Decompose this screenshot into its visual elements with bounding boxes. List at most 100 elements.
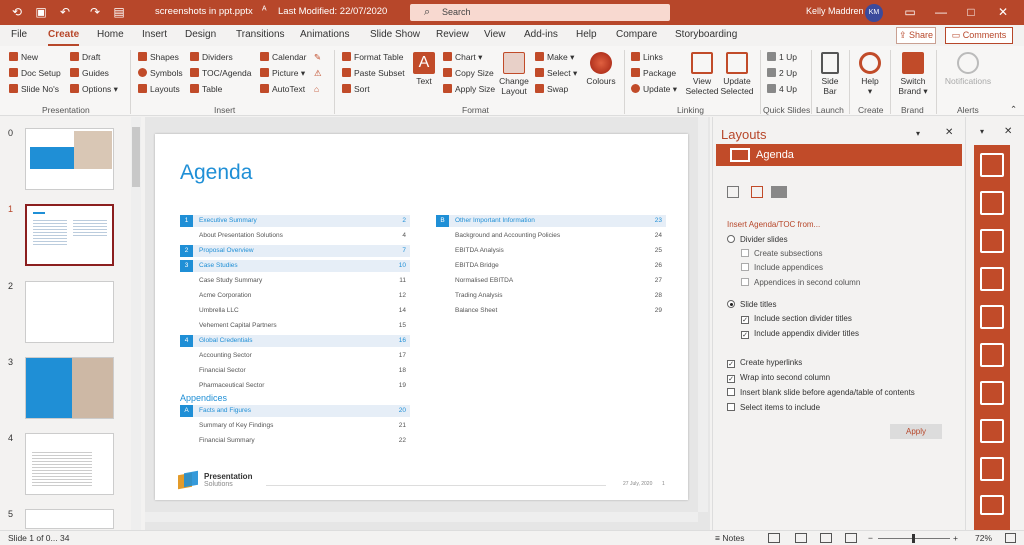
slide-titles-radio[interactable]: Slide titles	[727, 300, 776, 310]
doc-setup-button[interactable]: Doc Setup	[9, 68, 61, 79]
slide-thumbnail[interactable]	[25, 357, 114, 419]
symbols-button[interactable]: Symbols	[138, 68, 183, 79]
paste-subset-button[interactable]: Paste Subset	[342, 68, 405, 79]
tab-slide-show[interactable]: Slide Show	[370, 29, 420, 40]
apply-size-button[interactable]: Apply Size	[443, 84, 495, 95]
text-button[interactable]: A Text	[410, 52, 438, 86]
fit-slide-icon[interactable]	[1005, 533, 1016, 543]
pin-icon[interactable]: ✎	[314, 52, 321, 63]
slide-thumbnail[interactable]	[25, 509, 114, 529]
agenda-subitem[interactable]: Pharmaceutical Sector 19	[180, 380, 410, 392]
guides-button[interactable]: Guides	[70, 68, 109, 79]
include-appendix-dividers-checkbox[interactable]: ✓ Include appendix divider titles	[741, 329, 859, 339]
autotext-button[interactable]: AutoText	[260, 84, 305, 95]
minimize-icon[interactable]: —	[934, 5, 948, 19]
map-pin-icon[interactable]	[980, 419, 1004, 443]
zoom-level[interactable]: 72%	[975, 531, 992, 545]
panel-menu-icon[interactable]: ▾	[916, 129, 920, 138]
close-icon[interactable]: ✕	[996, 5, 1010, 19]
new-button[interactable]: New	[9, 52, 38, 63]
update-button[interactable]: Update ▾	[631, 84, 677, 95]
search-box[interactable]: ⌕ Search	[410, 4, 670, 21]
normal-view-icon[interactable]	[768, 533, 780, 543]
draft-button[interactable]: Draft	[70, 52, 100, 63]
appendices-second-column-checkbox[interactable]: Appendices in second column	[741, 278, 860, 288]
agenda-subitem[interactable]: Umbrella LLC 14	[180, 305, 410, 317]
tab-animations[interactable]: Animations	[300, 29, 349, 40]
panel-close-icon[interactable]: ✕	[945, 127, 953, 138]
agenda-icon[interactable]	[980, 229, 1004, 253]
autosave-icon[interactable]: ⟲	[10, 5, 24, 19]
calendar-button[interactable]: Calendar	[260, 52, 307, 63]
slideshow-view-icon[interactable]	[845, 533, 857, 543]
agenda-subitem[interactable]: Vehement Capital Partners 15	[180, 320, 410, 332]
slide-title[interactable]: Agenda	[180, 161, 252, 185]
help-button[interactable]: Help ▾	[856, 52, 884, 96]
home-icon[interactable]: ⌂	[314, 84, 319, 95]
agenda-subitem[interactable]: About Presentation Solutions 4	[180, 230, 410, 242]
tab-file[interactable]: File	[11, 29, 27, 40]
reading-view-icon[interactable]	[820, 533, 832, 543]
select-button[interactable]: Select ▾	[535, 68, 577, 79]
agenda-subitem[interactable]: EBITDA Bridge 26	[436, 260, 666, 272]
zoom-slider-thumb[interactable]	[912, 534, 915, 543]
make-button[interactable]: Make ▾	[535, 52, 574, 63]
insert-blank-checkbox[interactable]: Insert blank slide before agenda/table o…	[727, 388, 915, 398]
tab-storyboarding[interactable]: Storyboarding	[675, 29, 737, 40]
slide-thumbnail[interactable]	[25, 128, 114, 190]
tab-review[interactable]: Review	[436, 29, 469, 40]
dividers-button[interactable]: Dividers	[190, 52, 233, 63]
agenda-section[interactable]: 3 Case Studies 10	[180, 260, 410, 272]
colours-button[interactable]: Colours	[584, 52, 618, 86]
agenda-subitem[interactable]: Balance Sheet 29	[436, 305, 666, 317]
present-icon[interactable]: ▤	[112, 5, 126, 19]
divider-slides-radio[interactable]: Divider slides	[727, 235, 788, 245]
agenda-subitem[interactable]: Background and Accounting Policies 24	[436, 230, 666, 242]
table-button[interactable]: Table	[190, 84, 222, 95]
agenda-mode-icon[interactable]	[751, 186, 763, 198]
warning-icon[interactable]: ⚠	[314, 68, 322, 79]
agenda-subitem[interactable]: Trading Analysis 28	[436, 290, 666, 302]
comments-button[interactable]: ▭ Comments	[945, 27, 1013, 44]
wrap-second-column-checkbox[interactable]: ✓ Wrap into second column	[727, 373, 830, 383]
agenda-section[interactable]: 1 Executive Summary 2	[180, 215, 410, 227]
share-button[interactable]: ⇪ Share	[896, 27, 936, 44]
tab-home[interactable]: Home	[97, 29, 124, 40]
include-appendices-checkbox[interactable]: Include appendices	[741, 263, 823, 273]
layout-mode-icon[interactable]	[727, 186, 739, 198]
zoom-out-icon[interactable]: −	[868, 531, 873, 545]
agenda-subitem[interactable]: Summary of Key Findings 21	[180, 420, 410, 432]
agenda-section[interactable]: 2 Proposal Overview 7	[180, 245, 410, 257]
format-table-button[interactable]: Format Table	[342, 52, 403, 63]
agenda-subitem[interactable]: Normalised EBITDA 27	[436, 275, 666, 287]
agenda-subitem[interactable]: EBITDA Analysis 25	[436, 245, 666, 257]
links-button[interactable]: Links	[631, 52, 663, 63]
image-icon[interactable]	[980, 457, 1004, 481]
tab-view[interactable]: View	[484, 29, 506, 40]
view-selected-button[interactable]: View Selected	[684, 52, 720, 96]
chart-button[interactable]: Chart ▾	[443, 52, 482, 63]
avatar[interactable]: KM	[865, 4, 883, 22]
tab-add-ins[interactable]: Add-ins	[524, 29, 558, 40]
tab-create[interactable]: Create	[48, 29, 80, 46]
sort-button[interactable]: Sort	[342, 84, 370, 95]
tab-help[interactable]: Help	[576, 29, 597, 40]
slide-thumbnail[interactable]	[25, 433, 114, 495]
layout-icon[interactable]	[980, 267, 1004, 291]
layouts-button[interactable]: Layouts	[138, 84, 180, 95]
agenda-subitem[interactable]: Financial Sector 18	[180, 365, 410, 377]
chart-table-icon[interactable]	[980, 343, 1004, 367]
add-slide-icon[interactable]	[980, 153, 1004, 177]
agenda-section[interactable]: 4 Global Credentials 16	[180, 335, 410, 347]
include-section-dividers-checkbox[interactable]: ✓ Include section divider titles	[741, 314, 852, 324]
two-up-button[interactable]: 2 Up	[767, 68, 797, 79]
horizontal-scrollbar[interactable]	[145, 512, 698, 522]
apply-button[interactable]: Apply	[890, 424, 942, 439]
maximize-icon[interactable]: □	[964, 5, 978, 19]
select-items-checkbox[interactable]: Select items to include	[727, 403, 820, 413]
stack-mode-icon[interactable]	[771, 186, 787, 198]
slide-canvas[interactable]: Agenda 1 Executive Summary 2 About Presenta…	[155, 134, 688, 500]
vertical-scrollbar[interactable]	[698, 117, 708, 512]
one-up-button[interactable]: 1 Up	[767, 52, 797, 63]
undo-icon[interactable]: ↶	[58, 5, 72, 19]
